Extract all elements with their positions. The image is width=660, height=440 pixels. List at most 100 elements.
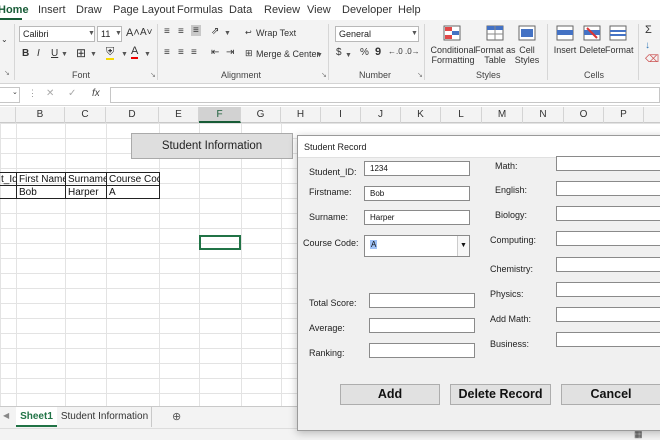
chemistry-field[interactable] bbox=[556, 257, 660, 272]
clipboard-caret-icon[interactable]: ⌄ bbox=[1, 35, 8, 44]
chevron-down-icon[interactable]: ▼ bbox=[90, 51, 97, 58]
tab-view[interactable]: View bbox=[307, 4, 331, 16]
wrap-text-button[interactable]: Wrap Text bbox=[256, 28, 296, 38]
number-format-box[interactable]: General bbox=[335, 26, 419, 42]
column-header-j[interactable]: J bbox=[361, 107, 401, 123]
decrease-indent-icon[interactable]: ⇤ bbox=[211, 47, 219, 58]
name-box-caret-icon[interactable]: ⌄ bbox=[12, 88, 18, 96]
biology-field[interactable] bbox=[556, 206, 660, 221]
column-header-k[interactable]: K bbox=[401, 107, 441, 123]
number-launcher-icon[interactable]: ↘ bbox=[417, 71, 423, 79]
font-name-box[interactable]: Calibri bbox=[19, 26, 95, 42]
fill-down-icon[interactable]: ↓ bbox=[645, 40, 650, 51]
increase-indent-icon[interactable]: ⇥ bbox=[226, 47, 234, 58]
scroll-tabs-icon[interactable]: ◀ bbox=[3, 411, 9, 420]
align-left-icon[interactable]: ≡ bbox=[164, 47, 170, 58]
tab-data[interactable]: Data bbox=[229, 4, 252, 16]
tab-page-layout[interactable]: Page Layout bbox=[113, 4, 175, 16]
column-header-d[interactable]: D bbox=[106, 107, 159, 123]
clear-icon[interactable]: ⌫ bbox=[645, 54, 659, 65]
format-button[interactable]: Format bbox=[605, 45, 634, 55]
italic-button[interactable]: I bbox=[37, 48, 40, 59]
column-header-m[interactable]: M bbox=[482, 107, 523, 123]
align-top-icon[interactable]: ≡ bbox=[164, 26, 170, 37]
delete-button[interactable]: Delete bbox=[579, 45, 606, 55]
tab-home[interactable]: Home bbox=[0, 4, 29, 16]
column-header-h[interactable]: H bbox=[281, 107, 321, 123]
math-field[interactable] bbox=[556, 156, 660, 171]
decrease-decimal-icon[interactable]: .0→ bbox=[405, 47, 420, 56]
autosum-button[interactable]: Σ bbox=[645, 24, 652, 36]
chevron-down-icon[interactable]: ▼ bbox=[316, 52, 323, 59]
format-as-table-button[interactable]: Format as Table bbox=[475, 45, 516, 65]
business-field[interactable] bbox=[556, 332, 660, 347]
chevron-down-icon[interactable]: ▼ bbox=[115, 30, 122, 37]
physics-field[interactable] bbox=[556, 282, 660, 297]
firstname-field[interactable]: Bob bbox=[364, 186, 470, 201]
delete-record-button[interactable]: Delete Record bbox=[450, 384, 551, 405]
font-color-button[interactable]: A bbox=[131, 46, 139, 59]
column-header-b[interactable]: B bbox=[16, 107, 65, 123]
column-header-e[interactable]: E bbox=[159, 107, 199, 123]
chevron-down-icon[interactable]: ▼ bbox=[411, 30, 418, 37]
chevron-down-icon[interactable]: ▼ bbox=[121, 51, 128, 58]
wrap-text-icon[interactable]: ↩ bbox=[245, 28, 252, 37]
increase-decimal-icon[interactable]: ←.0 bbox=[388, 47, 403, 56]
table-cell[interactable]: Harper bbox=[65, 185, 107, 199]
table-cell[interactable] bbox=[0, 185, 17, 199]
column-header-i[interactable]: I bbox=[321, 107, 361, 123]
column-header-f[interactable]: F bbox=[199, 107, 241, 123]
table-cell[interactable]: Bob bbox=[16, 185, 66, 199]
chevron-down-icon[interactable]: ▼ bbox=[61, 51, 68, 58]
chevron-down-icon[interactable]: ▼ bbox=[224, 30, 231, 37]
tab-review[interactable]: Review bbox=[264, 4, 300, 16]
bold-button[interactable]: B bbox=[22, 48, 29, 59]
sheet-tab-student-information[interactable]: Student Information bbox=[58, 407, 152, 427]
ranking-field[interactable] bbox=[369, 343, 475, 358]
chevron-down-icon[interactable]: ▼ bbox=[345, 52, 352, 59]
english-field[interactable] bbox=[556, 181, 660, 196]
table-header-cell[interactable]: Surname bbox=[65, 172, 107, 186]
chevron-down-icon[interactable]: ▼ bbox=[88, 30, 95, 37]
align-center-icon[interactable]: ≡ bbox=[178, 47, 184, 58]
add-button[interactable]: Add bbox=[340, 384, 440, 405]
table-header-cell[interactable]: Course Code bbox=[106, 172, 160, 186]
column-header-p[interactable]: P bbox=[604, 107, 644, 123]
column-header-g[interactable]: G bbox=[241, 107, 281, 123]
add-math-field[interactable] bbox=[556, 307, 660, 322]
sheet-tab-sheet1[interactable]: Sheet1 bbox=[16, 407, 57, 427]
confirm-entry-icon[interactable]: ✓ bbox=[68, 88, 76, 99]
align-bottom-icon[interactable]: ≡ bbox=[191, 25, 201, 36]
percent-button[interactable]: % bbox=[360, 47, 369, 58]
align-middle-icon[interactable]: ≡ bbox=[178, 26, 184, 37]
tab-help[interactable]: Help bbox=[398, 4, 421, 16]
chevron-down-icon[interactable]: ▼ bbox=[457, 236, 469, 256]
cancel-entry-icon[interactable]: ✕ bbox=[46, 88, 54, 99]
insert-function-button[interactable]: fx bbox=[92, 88, 100, 99]
currency-button[interactable]: $ bbox=[336, 47, 342, 58]
cell-styles-icon[interactable] bbox=[518, 25, 536, 41]
clipboard-launcher-icon[interactable]: ↘ bbox=[4, 69, 10, 77]
font-launcher-icon[interactable]: ↘ bbox=[150, 71, 156, 79]
comma-style-button[interactable]: 9 bbox=[375, 46, 381, 58]
format-cells-icon[interactable] bbox=[609, 25, 627, 41]
align-right-icon[interactable]: ≡ bbox=[191, 47, 197, 58]
student-id-field[interactable]: 1234 bbox=[364, 161, 470, 176]
chevron-down-icon[interactable]: ▼ bbox=[144, 51, 151, 58]
cell-styles-button[interactable]: Cell Styles bbox=[511, 45, 543, 65]
table-header-cell[interactable]: First Name bbox=[16, 172, 66, 186]
add-sheet-icon[interactable]: ⊕ bbox=[172, 410, 181, 423]
borders-icon[interactable]: ⊞ bbox=[76, 46, 86, 60]
column-header-l[interactable]: L bbox=[441, 107, 482, 123]
shrink-font-button[interactable]: A˅ bbox=[140, 27, 153, 38]
table-cell[interactable]: A bbox=[106, 185, 160, 199]
tab-developer[interactable]: Developer bbox=[342, 4, 392, 16]
delete-cells-icon[interactable] bbox=[583, 25, 601, 41]
conditional-formatting-icon[interactable] bbox=[443, 25, 461, 41]
selected-cell-outline[interactable] bbox=[199, 235, 241, 250]
average-field[interactable] bbox=[369, 318, 475, 333]
formula-input[interactable] bbox=[110, 87, 660, 103]
total-score-field[interactable] bbox=[369, 293, 475, 308]
computing-field[interactable] bbox=[556, 231, 660, 246]
merge-center-button[interactable]: Merge & Center bbox=[256, 49, 320, 59]
